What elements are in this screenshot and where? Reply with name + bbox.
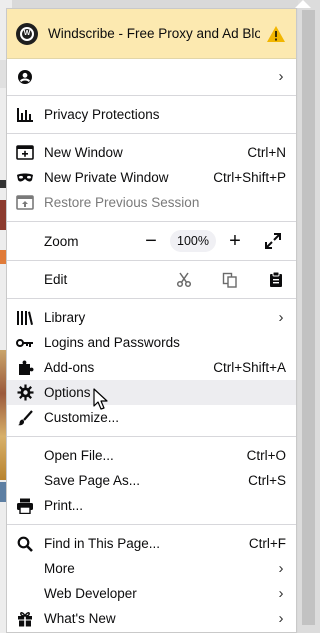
web-developer-label: Web Developer bbox=[44, 586, 137, 601]
logins-passwords-item[interactable]: Logins and Passwords bbox=[7, 330, 296, 355]
fullscreen-icon bbox=[265, 233, 281, 249]
library-icon bbox=[15, 308, 35, 328]
edit-label: Edit bbox=[44, 272, 68, 287]
new-private-window-item[interactable]: New Private Window Ctrl+Shift+P bbox=[7, 165, 296, 190]
bar-chart-icon bbox=[15, 105, 35, 125]
separator bbox=[7, 133, 296, 134]
paste-button[interactable] bbox=[266, 270, 286, 290]
account-item[interactable]: › bbox=[7, 64, 296, 89]
print-label: Print... bbox=[44, 498, 84, 513]
library-item[interactable]: Library › bbox=[7, 305, 296, 330]
zoom-reset-button[interactable]: 100% bbox=[170, 230, 216, 252]
cut-button[interactable] bbox=[174, 270, 194, 290]
separator bbox=[7, 95, 296, 96]
zoom-in-button[interactable]: + bbox=[222, 229, 248, 253]
logins-passwords-label: Logins and Passwords bbox=[44, 335, 180, 350]
fullscreen-button[interactable] bbox=[260, 229, 286, 253]
account-icon bbox=[15, 67, 35, 87]
options-item[interactable]: Options bbox=[7, 380, 296, 405]
zoom-row: Zoom − 100% + bbox=[7, 228, 296, 254]
open-file-shortcut: Ctrl+O bbox=[246, 448, 286, 463]
customize-item[interactable]: Customize... bbox=[7, 405, 296, 430]
separator bbox=[7, 298, 296, 299]
scissors-icon bbox=[176, 272, 192, 287]
extension-banner-title: Windscribe - Free Proxy and Ad Blo... bbox=[48, 26, 260, 41]
add-ons-label: Add-ons bbox=[44, 360, 95, 375]
whats-new-label: What's New bbox=[44, 611, 116, 626]
scrollbar-thumb[interactable] bbox=[302, 10, 315, 625]
scrollbar[interactable] bbox=[298, 0, 320, 633]
print-item[interactable]: Print... bbox=[7, 493, 296, 518]
separator bbox=[7, 260, 296, 261]
new-window-item[interactable]: New Window Ctrl+N bbox=[7, 140, 296, 165]
web-developer-item[interactable]: Web Developer › bbox=[7, 581, 296, 606]
new-window-shortcut: Ctrl+N bbox=[247, 145, 286, 160]
add-ons-item[interactable]: Add-ons Ctrl+Shift+A bbox=[7, 355, 296, 380]
windscribe-icon: W bbox=[16, 22, 38, 45]
puzzle-icon bbox=[15, 358, 35, 378]
new-window-label: New Window bbox=[44, 145, 123, 160]
privacy-protections-item[interactable]: Privacy Protections bbox=[7, 102, 296, 127]
private-mask-icon bbox=[15, 168, 35, 188]
save-page-item[interactable]: Save Page As... Ctrl+S bbox=[7, 468, 296, 493]
menu-arrow bbox=[295, 0, 311, 8]
find-in-page-label: Find in This Page... bbox=[44, 536, 161, 551]
new-private-window-shortcut: Ctrl+Shift+P bbox=[213, 170, 286, 185]
add-ons-shortcut: Ctrl+Shift+A bbox=[213, 360, 286, 375]
warning-icon bbox=[267, 25, 285, 42]
find-in-page-item[interactable]: Find in This Page... Ctrl+F bbox=[7, 531, 296, 556]
clipboard-icon bbox=[270, 271, 282, 287]
zoom-out-button[interactable]: − bbox=[138, 229, 164, 253]
save-page-shortcut: Ctrl+S bbox=[248, 473, 286, 488]
options-label: Options bbox=[44, 385, 91, 400]
separator bbox=[7, 524, 296, 525]
key-icon bbox=[15, 333, 35, 353]
customize-label: Customize... bbox=[44, 410, 120, 425]
library-label: Library bbox=[44, 310, 86, 325]
printer-icon bbox=[15, 496, 35, 516]
app-menu: W Windscribe - Free Proxy and Ad Blo... … bbox=[6, 8, 297, 633]
separator bbox=[7, 436, 296, 437]
new-private-window-label: New Private Window bbox=[44, 170, 169, 185]
save-page-label: Save Page As... bbox=[44, 473, 141, 488]
chevron-right-icon: › bbox=[278, 585, 284, 602]
gift-icon bbox=[15, 609, 35, 629]
more-label: More bbox=[44, 561, 75, 576]
separator bbox=[7, 221, 296, 222]
find-in-page-shortcut: Ctrl+F bbox=[248, 536, 286, 551]
edit-row: Edit bbox=[7, 267, 296, 292]
copy-button[interactable] bbox=[220, 270, 240, 290]
privacy-protections-label: Privacy Protections bbox=[44, 107, 160, 122]
chevron-right-icon: › bbox=[278, 68, 284, 85]
paintbrush-icon bbox=[15, 408, 35, 428]
more-item[interactable]: More › bbox=[7, 556, 296, 581]
open-file-label: Open File... bbox=[44, 448, 114, 463]
gear-icon bbox=[15, 383, 35, 403]
restore-session-icon bbox=[15, 193, 35, 213]
restore-session-label: Restore Previous Session bbox=[44, 195, 200, 210]
extension-banner[interactable]: W Windscribe - Free Proxy and Ad Blo... bbox=[7, 9, 296, 59]
chevron-right-icon: › bbox=[278, 309, 284, 326]
open-file-item[interactable]: Open File... Ctrl+O bbox=[7, 443, 296, 468]
zoom-label: Zoom bbox=[44, 233, 79, 249]
copy-icon bbox=[222, 272, 237, 288]
restore-session-item[interactable]: Restore Previous Session bbox=[7, 190, 296, 215]
whats-new-item[interactable]: What's New › bbox=[7, 606, 296, 631]
chevron-right-icon: › bbox=[278, 560, 284, 577]
search-icon bbox=[15, 534, 35, 554]
chevron-right-icon: › bbox=[278, 610, 284, 627]
new-window-icon bbox=[15, 143, 35, 163]
